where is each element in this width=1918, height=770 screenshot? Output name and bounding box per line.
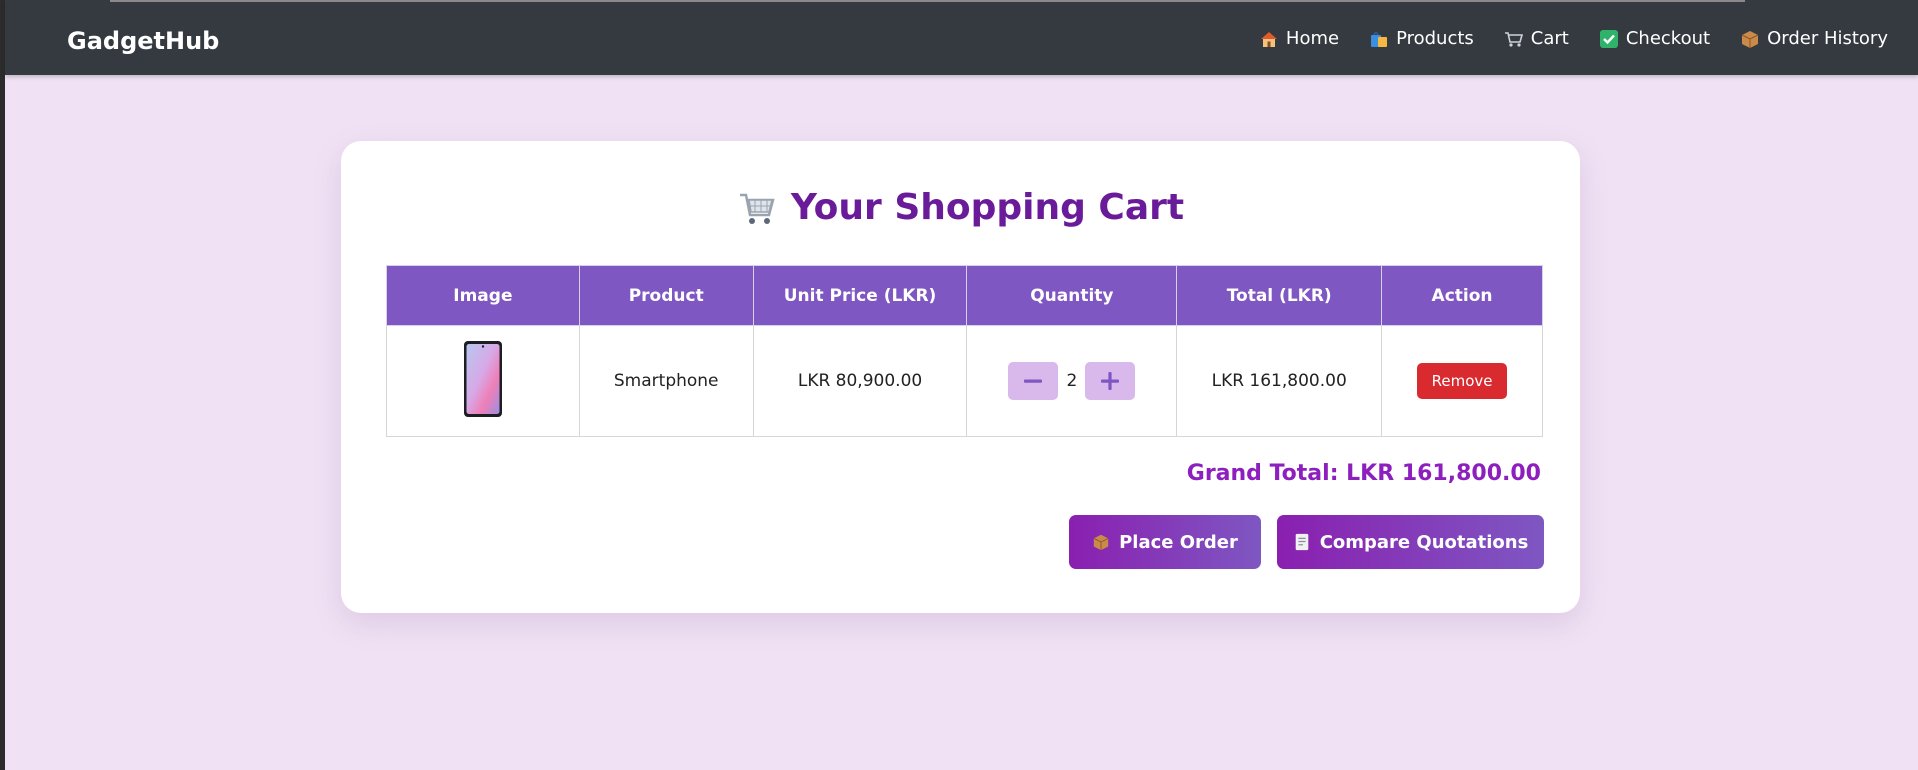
nav-home-label: Home [1285,28,1340,49]
window-top-edge [110,0,1745,2]
brand-logo[interactable]: GadgetHub [67,27,219,55]
nav-home[interactable]: Home [1259,28,1339,49]
home-icon [1259,29,1279,49]
smartphone-image [463,340,502,417]
page-title-text: Your Shopping Cart [790,187,1185,228]
place-order-label: Place Order [1119,531,1238,553]
remove-button[interactable]: Remove [1416,363,1508,399]
product-image-cell [386,325,580,437]
product-name: Smartphone [578,325,754,437]
grand-total: Grand Total: LKR 161,800.00 [1186,461,1541,486]
navbar: GadgetHub Home Products Cart Checkout Or… [5,0,1918,75]
compare-quotations-button[interactable]: Compare Quotations [1277,515,1544,569]
cart-icon [1504,29,1524,49]
quantity-stepper: 2 [1008,362,1136,400]
package-icon [1740,29,1760,49]
nav-order-history[interactable]: Order History [1740,28,1888,49]
col-header-total: Total (LKR) [1176,265,1383,326]
package-icon [1093,534,1109,551]
check-icon [1599,29,1619,49]
quantity-cell: 2 [966,325,1178,437]
compare-quotations-label: Compare Quotations [1319,531,1529,553]
nav-cart-label: Cart [1530,28,1569,49]
nav-products-label: Products [1396,28,1474,49]
page-background: GadgetHub Home Products Cart Checkout Or… [5,0,1918,770]
shopping-cart-icon [739,193,775,224]
cart-table: Image Product Unit Price (LKR) Quantity … [386,265,1543,437]
minus-icon [1024,379,1043,383]
document-icon [1295,533,1308,551]
nav-products[interactable]: Products [1369,28,1474,49]
nav-order-history-label: Order History [1767,28,1888,49]
decrease-quantity-button[interactable] [1008,362,1059,400]
unit-price: LKR 80,900.00 [752,325,968,437]
col-header-product: Product [578,265,754,326]
col-header-unit-price: Unit Price (LKR) [752,265,968,326]
col-header-quantity: Quantity [966,265,1178,326]
nav-links: Home Products Cart Checkout Order Histor… [1229,28,1888,49]
increase-quantity-button[interactable] [1085,362,1136,400]
nav-cart[interactable]: Cart [1504,28,1569,49]
col-header-image: Image [386,265,580,326]
place-order-button[interactable]: Place Order [1069,515,1261,569]
col-header-action: Action [1381,265,1543,326]
cart-card: Your Shopping Cart Image Product Unit Pr… [341,141,1580,613]
nav-checkout[interactable]: Checkout [1599,28,1710,49]
table-row: Smartphone LKR 80,900.00 2 LKR 161,800.0… [386,325,1543,437]
plus-icon [1101,372,1120,390]
line-total: LKR 161,800.00 [1176,325,1383,437]
action-cell: Remove [1381,325,1543,437]
table-header-row: Image Product Unit Price (LKR) Quantity … [386,265,1543,326]
page-title: Your Shopping Cart [341,187,1580,228]
quantity-value: 2 [1066,371,1078,391]
nav-checkout-label: Checkout [1625,28,1711,49]
shopping-bags-icon [1369,29,1389,49]
